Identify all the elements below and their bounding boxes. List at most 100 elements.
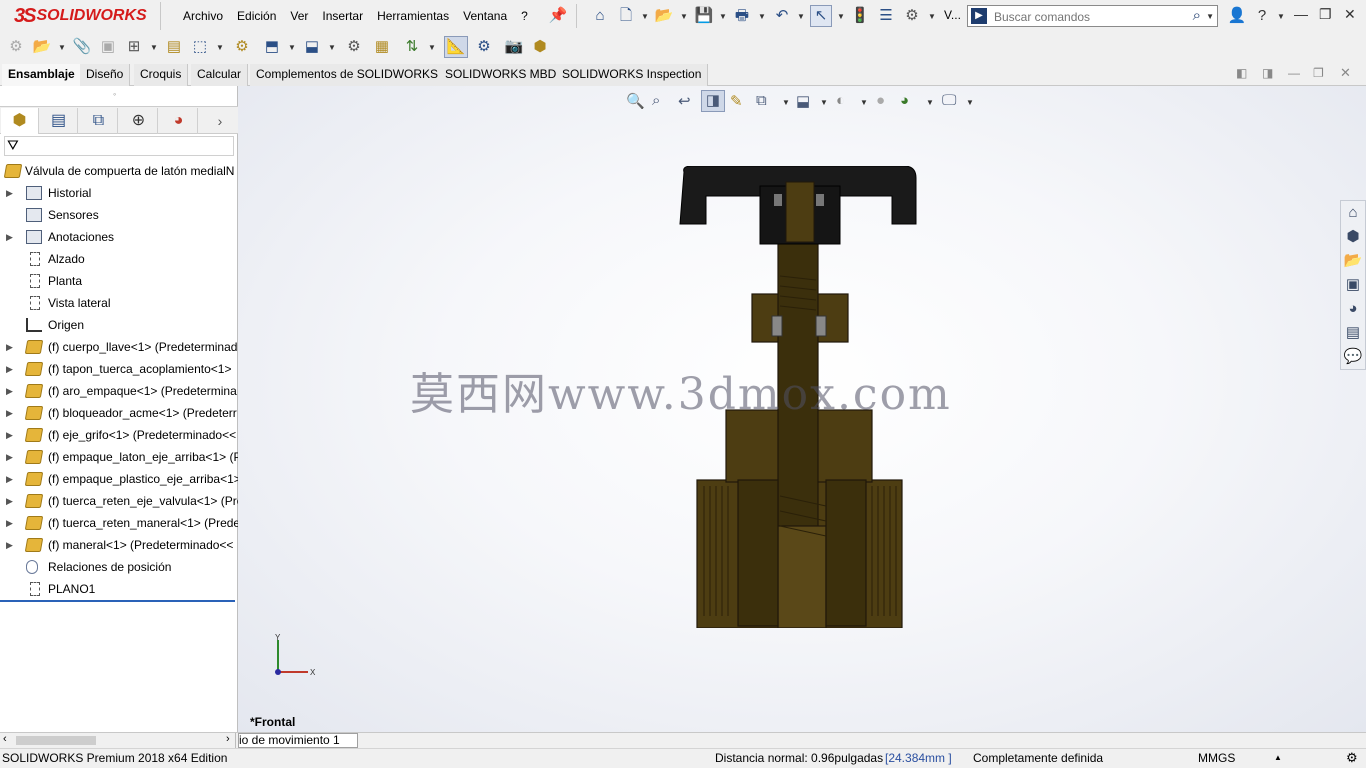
solidworks-logo[interactable]: 3S SOLIDWORKS [14, 4, 147, 28]
new-document-icon[interactable]: 🗋 [616, 6, 636, 26]
view-palette-icon[interactable]: ▣ [1341, 273, 1365, 297]
rollback-bar[interactable] [0, 600, 235, 602]
minimize-window-icon[interactable]: — [1294, 6, 1308, 22]
tab-solidworks-inspection[interactable]: SOLIDWORKS Inspection [556, 64, 709, 86]
scroll-left-icon[interactable]: ‹ [3, 733, 7, 745]
tab-croquis[interactable]: Croquis [134, 64, 189, 86]
appearances-scenes-icon[interactable]: ◕ [1341, 297, 1365, 321]
tree-item[interactable]: ▶ (f) maneral<1> (Predeterminado<< [0, 534, 238, 556]
tree-item[interactable]: ▶ (f) cuerpo_llave<1> (Predeterminad [0, 336, 238, 358]
menu-archivo[interactable]: Archivo [176, 9, 230, 23]
tree-item[interactable]: Vista lateral [0, 292, 238, 314]
tree-item[interactable]: ▶ Anotaciones [0, 226, 238, 248]
options-dropdown-chevron-icon[interactable]: ▼ [928, 12, 936, 21]
featuremanager-tab-icon[interactable]: ⬢ [1, 108, 39, 134]
search-commands-box[interactable]: ▶ ⌕ ▼ [967, 5, 1218, 27]
solidworks-forum-icon[interactable]: 💬 [1341, 345, 1365, 369]
tree-filter[interactable]: ⛛ [4, 136, 234, 156]
menu-insertar[interactable]: Insertar [315, 9, 370, 23]
update-speedpak-icon[interactable]: ⚙ [474, 37, 494, 57]
tab-solidworks-mbd[interactable]: SOLIDWORKS MBD [439, 64, 564, 86]
apply-scene-icon[interactable]: ◕ [900, 92, 909, 109]
view-settings-chevron-icon[interactable]: ▼ [966, 98, 974, 107]
tree-item[interactable]: ▶ (f) eje_grifo<1> (Predeterminado<< [0, 424, 238, 446]
restore-window-icon[interactable]: ❐ [1319, 6, 1332, 23]
expand-chevron-icon[interactable]: ▶ [6, 512, 13, 534]
expand-chevron-icon[interactable]: ▶ [6, 468, 13, 490]
hide-show-chevron-icon[interactable]: ▼ [860, 98, 868, 107]
tree-item[interactable]: ▶ Historial [0, 182, 238, 204]
dynamic-annotation-icon[interactable]: ✎ [730, 92, 743, 110]
view-menu-shortcut[interactable]: V... [944, 8, 961, 22]
tree-item[interactable]: Origen [0, 314, 238, 336]
expand-chevron-icon[interactable]: ▶ [6, 358, 13, 380]
design-library-icon[interactable]: ⬢ [1341, 225, 1365, 249]
status-customize-icon[interactable]: ⚙ [1346, 749, 1358, 767]
zoom-to-fit-icon[interactable]: 🔍 [626, 92, 645, 110]
tree-item[interactable]: ▶ (f) tuerca_reten_eje_valvula<1> (Pre [0, 490, 238, 512]
graphics-area[interactable]: 🔍 ⌕ ↩ ◨ ✎ ⧉ ▼ ⬓ ▼ ◐ ▼ ● ◕ ▼ 🖵 ▼ 莫西网www.3… [238, 86, 1366, 732]
tree-item[interactable]: Alzado [0, 248, 238, 270]
display-style-icon[interactable]: ⬓ [796, 92, 810, 110]
filter-icon[interactable]: ⛛ [7, 137, 19, 153]
displaymanager-tab-icon[interactable]: ◕ [160, 108, 198, 134]
home-icon[interactable]: ⌂ [590, 6, 610, 26]
search-icon[interactable]: ⌕ [1193, 7, 1201, 24]
units-chevron-icon[interactable]: ▲ [1274, 749, 1282, 767]
motion-study-tab[interactable]: io de movimiento 1 [238, 733, 358, 748]
view-settings-icon[interactable]: 🖵 [942, 92, 956, 109]
new-dropdown-chevron-icon[interactable]: ▼ [641, 12, 649, 21]
features-dropdown-chevron-icon[interactable]: ▼ [288, 43, 296, 52]
tab-diseno[interactable]: Diseño [80, 64, 131, 86]
smart-fasteners-icon[interactable]: ▤ [164, 37, 184, 57]
tab-complementos[interactable]: Complementos de SOLIDWORKS [250, 64, 446, 86]
menu-help[interactable]: ? [514, 9, 535, 23]
select-dropdown-chevron-icon[interactable]: ▼ [837, 12, 845, 21]
close-window-icon[interactable]: ✕ [1344, 6, 1356, 23]
search-dropdown-chevron-icon[interactable]: ▼ [1206, 12, 1214, 21]
move-component-icon[interactable]: ⬚ [190, 37, 210, 57]
scene-chevron-icon[interactable]: ▼ [926, 98, 934, 107]
tree-item[interactable]: Relaciones de posición [0, 556, 238, 578]
user-account-icon[interactable]: 👤 [1227, 6, 1247, 26]
options-gear-icon[interactable]: ⚙ [902, 6, 922, 26]
dimxpertmanager-tab-icon[interactable]: ⊕ [120, 108, 158, 134]
expand-chevron-icon[interactable]: ▶ [6, 490, 13, 512]
tree-item[interactable]: ▶ (f) tapon_tuerca_acoplamiento<1> [0, 358, 238, 380]
print-icon[interactable]: 🖶 [732, 6, 752, 26]
tab-calcular[interactable]: Calcular [191, 64, 249, 86]
component-preview-icon[interactable]: ▣ [98, 37, 118, 57]
doc-minimize-icon[interactable]: — [1288, 66, 1300, 80]
open-dropdown-chevron-icon[interactable]: ▼ [680, 12, 688, 21]
tree-item[interactable]: Planta [0, 270, 238, 292]
expand-chevron-icon[interactable]: ▶ [6, 534, 13, 556]
doc-restore-icon[interactable]: ❐ [1313, 66, 1324, 80]
rebuild-traffic-light-icon[interactable]: 🚦 [850, 6, 870, 26]
expand-chevron-icon[interactable]: ▶ [6, 402, 13, 424]
expand-chevron-icon[interactable]: ▶ [6, 424, 13, 446]
custom-properties-icon[interactable]: ▤ [1341, 321, 1365, 345]
tile-right-icon[interactable]: ◨ [1262, 66, 1273, 80]
undo-icon[interactable]: ↶ [772, 6, 792, 26]
reference-geometry-icon[interactable]: ⬓ [302, 37, 322, 57]
select-cursor-icon[interactable]: ↖ [810, 5, 832, 27]
search-input[interactable] [994, 10, 1174, 24]
menu-ventana[interactable]: Ventana [456, 9, 514, 23]
command-search-mode-icon[interactable]: ▶ [971, 8, 987, 24]
instant3d-icon[interactable]: 📐 [444, 36, 468, 58]
insert-component-icon[interactable]: ⚙ [6, 37, 26, 57]
view-orientation-icon[interactable]: ⧉ [756, 92, 767, 109]
tree-item[interactable]: ▶ (f) tuerca_reten_maneral<1> (Prede [0, 512, 238, 534]
hide-show-items-icon[interactable]: ◐ [836, 92, 845, 109]
expand-chevron-icon[interactable]: ▶ [6, 182, 13, 204]
expand-chevron-icon[interactable]: ▶ [6, 336, 13, 358]
file-explorer-icon[interactable]: 📂 [1341, 249, 1365, 273]
linear-pattern-icon[interactable]: ⊞ [124, 37, 144, 57]
new-motion-study-icon[interactable]: ⚙ [344, 37, 364, 57]
zoom-to-area-icon[interactable]: ⌕ [652, 92, 660, 109]
open-folder-icon[interactable]: 📂 [654, 6, 674, 26]
menu-ver[interactable]: Ver [283, 9, 315, 23]
assembly-features-icon[interactable]: ⬒ [262, 37, 282, 57]
mate-dropdown-chevron-icon[interactable]: ▼ [58, 43, 66, 52]
undo-dropdown-chevron-icon[interactable]: ▼ [797, 12, 805, 21]
